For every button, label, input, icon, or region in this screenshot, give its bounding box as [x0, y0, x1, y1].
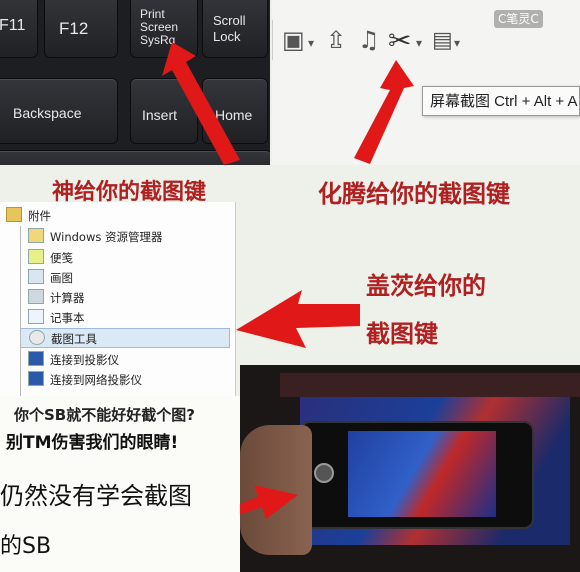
- menu-item[interactable]: 记事本: [28, 308, 85, 328]
- paint-icon: [28, 269, 44, 284]
- menu-item-label: 便笺: [50, 251, 73, 265]
- keyboard-photo: F11 F12 Print Screen SysRq Scroll Lock B…: [0, 0, 270, 165]
- rant-line-4: 的SB: [0, 534, 52, 559]
- arrow-to-scissors: [354, 60, 414, 164]
- notes-icon: [28, 249, 44, 264]
- arrow-to-phone: [240, 485, 298, 519]
- caption-huateng: 化腾给你的截图键: [318, 180, 510, 208]
- menu-item-label: 连接到投影仪: [50, 353, 119, 367]
- menu-item[interactable]: 画图: [28, 268, 73, 288]
- arrow-to-print-screen: [162, 42, 240, 165]
- rant-line-2: 别TM伤害我们的眼睛!: [6, 433, 179, 453]
- projector-icon: [28, 351, 44, 366]
- caption-gates-line1: 盖茨给你的: [366, 272, 486, 300]
- menu-item-label: 计算器: [50, 291, 85, 305]
- phone-screen: [348, 431, 496, 517]
- network-projector-icon: [28, 371, 44, 386]
- menu-item-label: 连接到网络投影仪: [50, 373, 142, 387]
- snipping-tool-icon: [29, 330, 45, 345]
- bottom-text-panel: 你个SB就不能好好截个图? 别TM伤害我们的眼睛! 仍然没有学会截图 的SB: [0, 396, 240, 572]
- explorer-icon: [28, 228, 44, 243]
- menu-item[interactable]: 连接到网络投影仪: [28, 370, 142, 390]
- menu-item-label: 画图: [50, 271, 73, 285]
- accessories-menu: 附件 Windows 资源管理器 便笺 画图 计算器 记事本 截图工具 连接到投…: [0, 202, 236, 398]
- arrow-to-snipping-tool: [236, 290, 360, 348]
- rant-line-3: 仍然没有学会截图: [0, 482, 192, 510]
- caption-gates-line2: 截图键: [366, 320, 438, 348]
- camera-shutter-icon: [314, 463, 334, 483]
- menu-item-label: 截图工具: [51, 332, 97, 346]
- calculator-icon: [28, 289, 44, 304]
- menu-item-label: 记事本: [50, 311, 85, 325]
- phone-photo: [240, 365, 580, 572]
- menu-tree-line: [20, 226, 21, 396]
- menu-item[interactable]: 连接到投影仪: [28, 350, 119, 370]
- menu-item[interactable]: 计算器: [28, 288, 85, 308]
- menu-header-label: 附件: [28, 209, 51, 223]
- menu-item-selected[interactable]: 截图工具: [20, 328, 230, 348]
- menu-header: 附件: [6, 206, 51, 226]
- menu-item[interactable]: Windows 资源管理器: [28, 227, 163, 247]
- folder-icon: [6, 207, 22, 222]
- rant-line-1: 你个SB就不能好好截个图?: [14, 406, 195, 424]
- menu-item[interactable]: 便笺: [28, 248, 73, 268]
- monitor-top-strip: [280, 373, 580, 397]
- menu-item-label: Windows 资源管理器: [50, 230, 163, 244]
- phone: [300, 421, 534, 529]
- notepad-icon: [28, 309, 44, 324]
- qq-toolbar: ▣ ▾ ⇫ ♫ ✂ ▾ ▤ ▾ 屏幕截图 Ctrl + Alt + A C笔灵C: [272, 0, 580, 165]
